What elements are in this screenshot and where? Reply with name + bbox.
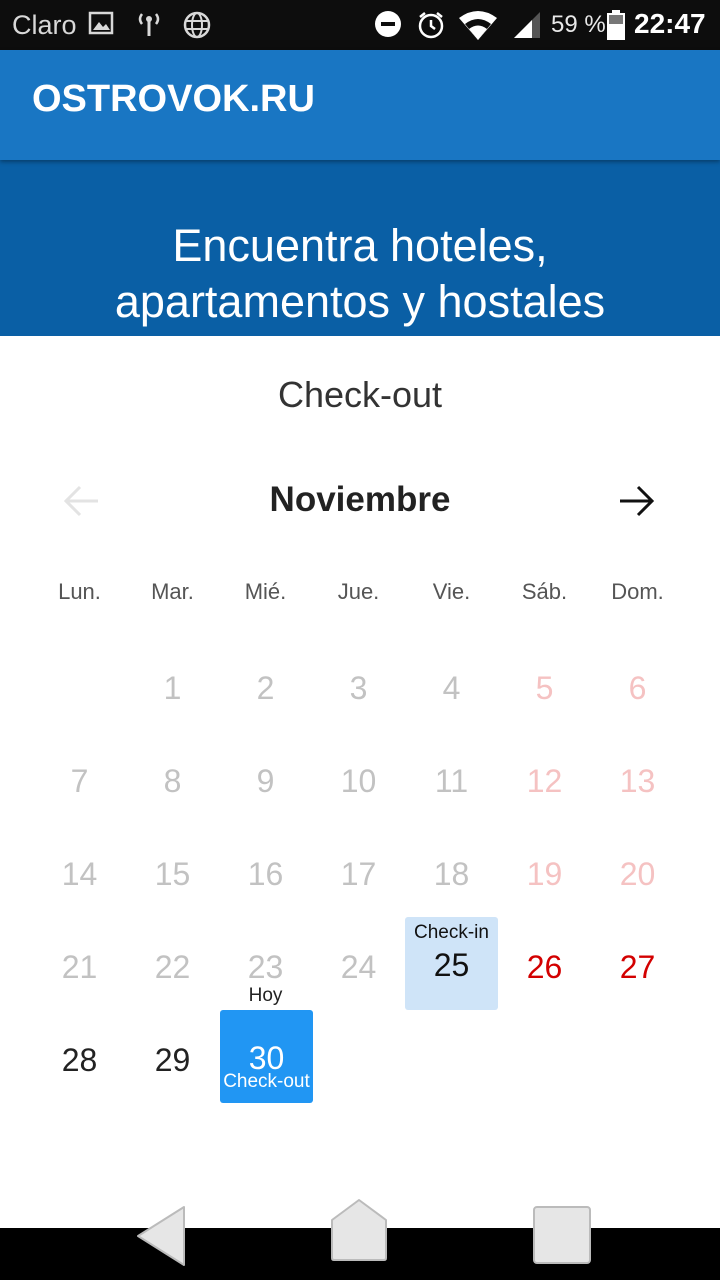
day-cell: 21 — [33, 918, 126, 1011]
day-number: 1 — [163, 670, 182, 706]
day-number: 16 — [247, 856, 284, 892]
hero-line-2: apartamentos y hostales — [114, 276, 606, 327]
day-number: 8 — [163, 763, 182, 799]
image-icon — [88, 11, 114, 35]
day-cell: 7 — [33, 732, 126, 825]
hero-banner: Encuentra hoteles, apartamentos y hostal… — [0, 160, 720, 336]
status-bar: Claro 59 % 22:47 — [0, 0, 720, 50]
day-cell-check-in[interactable]: Check-in 25 — [405, 917, 498, 1010]
battery-percent: 59 % — [551, 11, 606, 38]
day-number: 28 — [61, 1042, 98, 1078]
logo[interactable]: OSTROVOK.RU — [32, 78, 315, 121]
day-cell: 24 — [312, 918, 405, 1011]
day-cell: 13 — [591, 732, 684, 825]
arrow-right-icon[interactable] — [612, 476, 662, 526]
day-number: 2 — [256, 670, 275, 706]
back-icon[interactable] — [134, 1204, 188, 1268]
day-number: 21 — [61, 949, 98, 985]
day-cell: 10 — [312, 732, 405, 825]
day-number: 22 — [154, 949, 191, 985]
day-cell: 22 — [126, 918, 219, 1011]
day-cell: 2 — [219, 639, 312, 732]
alarm-icon — [418, 12, 444, 39]
today-label: Hoy — [248, 985, 283, 1006]
day-number: 7 — [70, 763, 89, 799]
recent-apps-icon[interactable] — [532, 1205, 592, 1265]
check-in-label: Check-in — [414, 922, 489, 943]
weekday-label: Lun. — [58, 579, 101, 604]
date-picker-sheet: Check-out Noviembre Lun. Mar. Mié. Jue. … — [0, 336, 720, 1228]
day-cell: 19 — [498, 825, 591, 918]
day-cell[interactable]: 28 — [33, 1011, 126, 1104]
weekday-label: Mar. — [151, 579, 194, 604]
day-number: 10 — [340, 763, 377, 799]
day-number: 5 — [535, 670, 554, 706]
day-cell: 11 — [405, 732, 498, 825]
weekday-label: Dom. — [611, 579, 664, 604]
do-not-disturb-icon — [375, 11, 401, 37]
day-number: 19 — [526, 856, 563, 892]
day-number: 17 — [340, 856, 377, 892]
day-cell: 20 — [591, 825, 684, 918]
day-number: 18 — [433, 856, 470, 892]
day-number: 23 — [247, 949, 284, 985]
day-number: 6 — [628, 670, 647, 706]
hotspot-icon — [138, 13, 160, 36]
day-cell: 3 — [312, 639, 405, 732]
day-cell: 8 — [126, 732, 219, 825]
weekday-label: Vie. — [432, 579, 471, 604]
home-icon[interactable] — [330, 1198, 388, 1262]
day-cell-today: 23 Hoy — [219, 918, 312, 1011]
day-cell[interactable]: 27 — [591, 918, 684, 1011]
carrier-name: Claro — [12, 10, 77, 40]
day-cell: 1 — [126, 639, 219, 732]
clock: 22:47 — [634, 8, 706, 39]
day-number: 9 — [256, 763, 275, 799]
day-cell: 9 — [219, 732, 312, 825]
day-cell: 15 — [126, 825, 219, 918]
weekday-label: Jue. — [337, 579, 380, 604]
day-cell: 17 — [312, 825, 405, 918]
month-navigation: Noviembre — [0, 476, 720, 526]
day-number: 12 — [526, 763, 563, 799]
wifi-icon — [459, 11, 497, 40]
day-cell: 16 — [219, 825, 312, 918]
day-number: 15 — [154, 856, 191, 892]
day-number: 24 — [340, 949, 377, 985]
weekday-header: Lun. Mar. Mié. Jue. Vie. Sáb. Dom. — [33, 579, 684, 609]
signal-icon — [514, 12, 540, 38]
app-bar: OSTROVOK.RU — [0, 50, 720, 160]
check-out-label: Check-out — [223, 1071, 310, 1092]
battery-icon — [607, 10, 625, 40]
day-number: 20 — [619, 856, 656, 892]
day-cell[interactable]: 26 — [498, 918, 591, 1011]
day-number: 11 — [434, 763, 469, 799]
weekday-label: Sáb. — [521, 579, 568, 604]
hero-line-1: Encuentra hoteles, — [172, 220, 548, 271]
day-cell: 5 — [498, 639, 591, 732]
day-cell: 6 — [591, 639, 684, 732]
globe-icon — [183, 11, 211, 39]
day-cell: 18 — [405, 825, 498, 918]
day-number: 14 — [61, 856, 98, 892]
day-number: 25 — [433, 947, 470, 983]
day-cell: 12 — [498, 732, 591, 825]
day-number: 26 — [526, 949, 563, 985]
day-number: 13 — [619, 763, 656, 799]
day-cell-check-out[interactable]: 30 Check-out — [220, 1010, 313, 1103]
day-cell: 4 — [405, 639, 498, 732]
day-number: 4 — [442, 670, 461, 706]
weekday-label: Mié. — [244, 579, 287, 604]
day-number: 3 — [349, 670, 368, 706]
day-cell: 14 — [33, 825, 126, 918]
picker-title: Check-out — [277, 374, 443, 415]
day-number: 27 — [619, 949, 656, 985]
day-cell[interactable]: 29 — [126, 1011, 219, 1104]
day-number: 29 — [154, 1042, 191, 1078]
hero-headline: Encuentra hoteles, apartamentos y hostal… — [0, 218, 720, 330]
